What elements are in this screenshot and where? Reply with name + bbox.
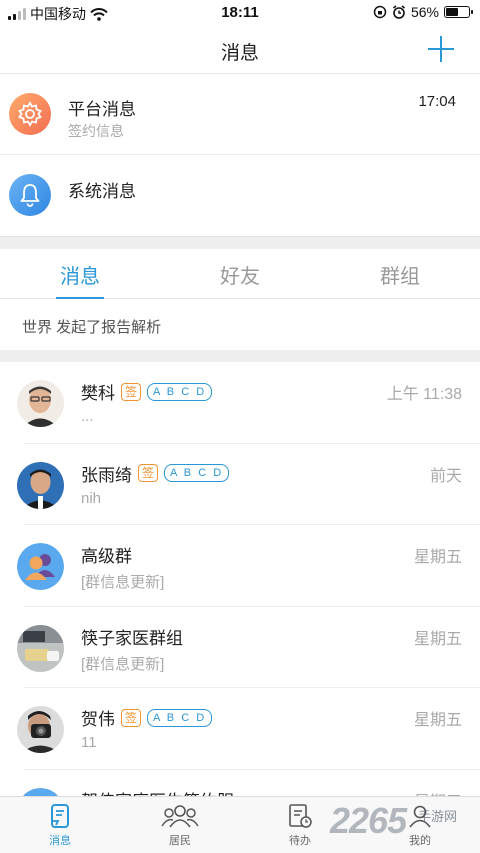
tab-groups[interactable]: 群组 [320, 249, 480, 298]
platform-message-time: 17:04 [418, 93, 456, 110]
tabbar-label: 居民 [169, 835, 191, 847]
name-line: 筷子家医群组 [81, 624, 183, 649]
tabbar-residents[interactable]: 居民 [120, 797, 240, 853]
tabbar-label: 消息 [49, 835, 71, 847]
page-title: 消息 [220, 43, 259, 64]
battery-percent: 56% [410, 4, 439, 20]
alarm-icon [392, 5, 405, 19]
section-divider [0, 350, 480, 362]
status-bar: 中国移动 18:11 56% [0, 0, 480, 26]
abcd-badge: A B C D [164, 464, 230, 482]
message-preview: nih [81, 489, 102, 507]
message-time: 星期五 [413, 549, 462, 566]
notice-text[interactable]: 世界 发起了报告解析 [22, 316, 161, 337]
sign-badge: 签 [138, 464, 159, 482]
tabbar-messages[interactable]: 消息 [0, 797, 120, 853]
message-preview: [群信息更新] [81, 574, 165, 591]
message-preview: ... [81, 408, 94, 425]
message-time: 星期五 [413, 630, 462, 648]
message-icon [51, 804, 69, 828]
tab-messages[interactable]: 消息 [0, 249, 160, 299]
message-preview: [群信息更新] [81, 655, 165, 673]
sign-badge: 签 [121, 382, 142, 401]
platform-message-row[interactable]: 平台消息 签约信息 17:04 [0, 75, 480, 155]
list-item[interactable]: 贺伟 签 A B C D 11 星期五 [0, 688, 480, 770]
name-line: 贺伟 签 A B C D [81, 705, 213, 730]
list-item[interactable]: 高级群 [群信息更新] 星期五 [0, 525, 480, 607]
avatar [17, 624, 64, 672]
message-tabs: 消息 好友 群组 [0, 249, 480, 299]
watermark-text: 手游网 [418, 809, 458, 824]
plus-icon[interactable] [428, 36, 454, 62]
contact-name: 樊科 [81, 384, 115, 403]
list-item[interactable]: 樊科 签 A B C D ... 上午 11:38 [0, 362, 480, 444]
message-time: 上午 11:38 [386, 386, 462, 403]
avatar [17, 706, 64, 753]
name-line: 张雨绮 签 A B C D [81, 461, 230, 486]
message-preview: 11 [81, 734, 97, 751]
group-name: 筷子家医群组 [81, 628, 183, 648]
status-right: 56% [373, 4, 473, 20]
list-item[interactable]: 张雨绮 签 A B C D nih 前天 [0, 444, 480, 526]
contact-name: 贺伟 [81, 710, 115, 729]
orientation-lock-icon [373, 5, 387, 19]
watermark-logo: 2265 [330, 800, 407, 841]
section-divider [0, 236, 480, 249]
system-message-title: 系统消息 [68, 182, 136, 201]
todo-icon [289, 804, 312, 828]
message-time: 前天 [429, 467, 462, 485]
sign-badge: 签 [121, 708, 142, 727]
contact-name: 张雨绮 [81, 465, 132, 485]
platform-message-title: 平台消息 [68, 100, 136, 119]
group-name: 高级群 [81, 547, 132, 566]
list-item[interactable]: 筷子家医群组 [群信息更新] 星期五 [0, 607, 480, 689]
message-time: 星期五 [413, 712, 462, 729]
gear-icon [9, 93, 51, 135]
name-line: 樊科 签 A B C D [81, 379, 213, 404]
abcd-badge: A B C D [147, 708, 213, 727]
name-line: 高级群 [81, 542, 132, 567]
conversation-list: 樊科 签 A B C D ... 上午 11:38 张雨绮 签 A B C D … [0, 362, 480, 851]
avatar [17, 461, 64, 509]
platform-message-subtitle: 签约信息 [68, 123, 124, 139]
residents-icon [161, 805, 199, 828]
tabbar-label: 我的 [409, 835, 431, 847]
bottom-tab-bar: 消息 居民 待办 我的 [0, 796, 480, 853]
tab-friends[interactable]: 好友 [160, 249, 320, 298]
bell-icon [9, 174, 51, 216]
avatar [17, 380, 64, 427]
nav-bar: 消息 [0, 26, 480, 74]
tabbar-label: 待办 [289, 835, 311, 847]
group-avatar-icon [17, 543, 64, 590]
system-message-row[interactable]: 系统消息 [0, 156, 480, 236]
abcd-badge: A B C D [147, 382, 213, 401]
battery-icon [444, 6, 473, 18]
